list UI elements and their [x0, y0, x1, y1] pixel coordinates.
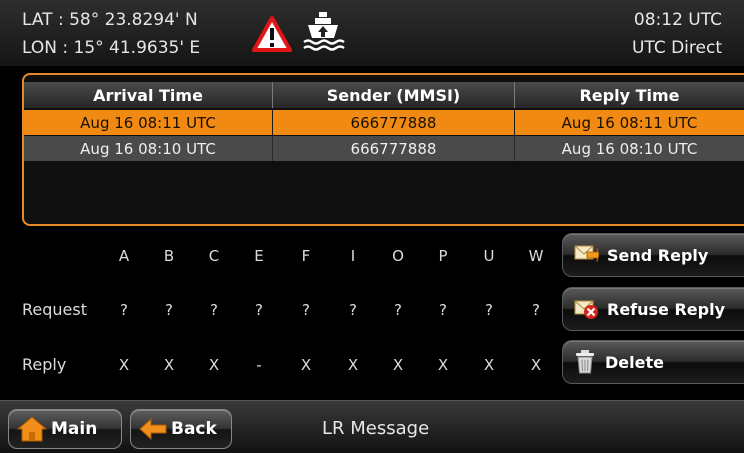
sender-cell: 666777888 [272, 136, 514, 161]
arrival-time-cell: Aug 16 08:11 UTC [80, 113, 216, 132]
request-value: ? [349, 301, 357, 319]
back-arrow-icon [139, 418, 167, 440]
reply-time-cell: Aug 16 08:11 UTC [514, 110, 744, 135]
refuse-reply-button[interactable]: Refuse Reply [562, 287, 744, 331]
sender-cell: 666777888 [272, 110, 514, 135]
reply-value: X [392, 356, 404, 374]
time-source: UTC Direct [631, 38, 722, 58]
table-row-selected[interactable]: Aug 16 08:11 UTC 666777888 Aug 16 08:11 … [24, 110, 744, 135]
reply-value: X [483, 356, 495, 374]
back-label: Back [171, 419, 217, 439]
reply-value: - [256, 356, 262, 374]
reply-value: X [437, 356, 449, 374]
screen-title: LR Message [322, 418, 430, 439]
delete-button[interactable]: Delete [562, 340, 744, 384]
field-letter: I [350, 247, 356, 265]
table-header: Arrival Time Sender (MMSI) Reply Time [24, 82, 744, 108]
reply-label: Reply [22, 355, 67, 374]
longitude-readout: LON : 15° 41.9635' E [22, 38, 201, 58]
request-value: ? [532, 301, 540, 319]
request-label: Request [22, 300, 87, 319]
refuse-reply-icon [574, 300, 598, 319]
request-value: ? [255, 301, 263, 319]
refuse-reply-label: Refuse Reply [607, 299, 726, 319]
message-table: Arrival Time Sender (MMSI) Reply Time Au… [22, 73, 744, 226]
main-label: Main [51, 419, 98, 439]
request-value: ? [485, 301, 493, 319]
reply-value: X [118, 356, 130, 374]
send-reply-label: Send Reply [607, 245, 709, 265]
send-reply-icon [574, 245, 599, 263]
back-button[interactable]: Back [130, 409, 232, 449]
reply-value: X [300, 356, 312, 374]
latitude-readout: LAT : 58° 23.8294' N [22, 10, 198, 30]
request-value: ? [394, 301, 402, 319]
reply-value: X [163, 356, 175, 374]
warning-triangle-icon[interactable] [252, 16, 292, 52]
send-reply-button[interactable]: Send Reply [562, 233, 744, 277]
request-value: ? [302, 301, 310, 319]
field-letter: C [208, 247, 220, 265]
request-value: ? [439, 301, 447, 319]
request-value: ? [210, 301, 218, 319]
column-sender-mmsi[interactable]: Sender (MMSI) [272, 82, 514, 108]
reply-time-cell: Aug 16 08:10 UTC [514, 136, 744, 161]
field-letter: E [254, 247, 264, 265]
field-letter: O [392, 247, 404, 265]
field-letter: B [163, 247, 175, 265]
ship-icon [303, 12, 345, 51]
home-icon [17, 416, 47, 442]
trash-icon [576, 350, 594, 374]
reply-value: X [347, 356, 359, 374]
field-letter: P [438, 247, 448, 265]
delete-label: Delete [605, 352, 664, 372]
field-letter: F [301, 247, 311, 265]
reply-value: X [208, 356, 220, 374]
utc-time: 08:12 UTC [633, 10, 722, 30]
table-row[interactable]: Aug 16 08:10 UTC 666777888 Aug 16 08:10 … [24, 136, 744, 161]
field-letter: A [118, 247, 130, 265]
request-value: ? [165, 301, 173, 319]
reply-value: X [530, 356, 542, 374]
arrival-time-cell: Aug 16 08:10 UTC [80, 139, 216, 158]
status-header: LAT : 58° 23.8294' N LON : 15° 41.9635' … [0, 0, 744, 66]
column-reply-time[interactable]: Reply Time [514, 82, 744, 108]
main-button[interactable]: Main [8, 409, 122, 449]
field-letter: U [483, 247, 495, 265]
bottom-bar: Main Back LR Message [0, 400, 744, 453]
field-letter: W [528, 247, 544, 265]
column-arrival-time[interactable]: Arrival Time [24, 82, 272, 108]
request-value: ? [120, 301, 128, 319]
